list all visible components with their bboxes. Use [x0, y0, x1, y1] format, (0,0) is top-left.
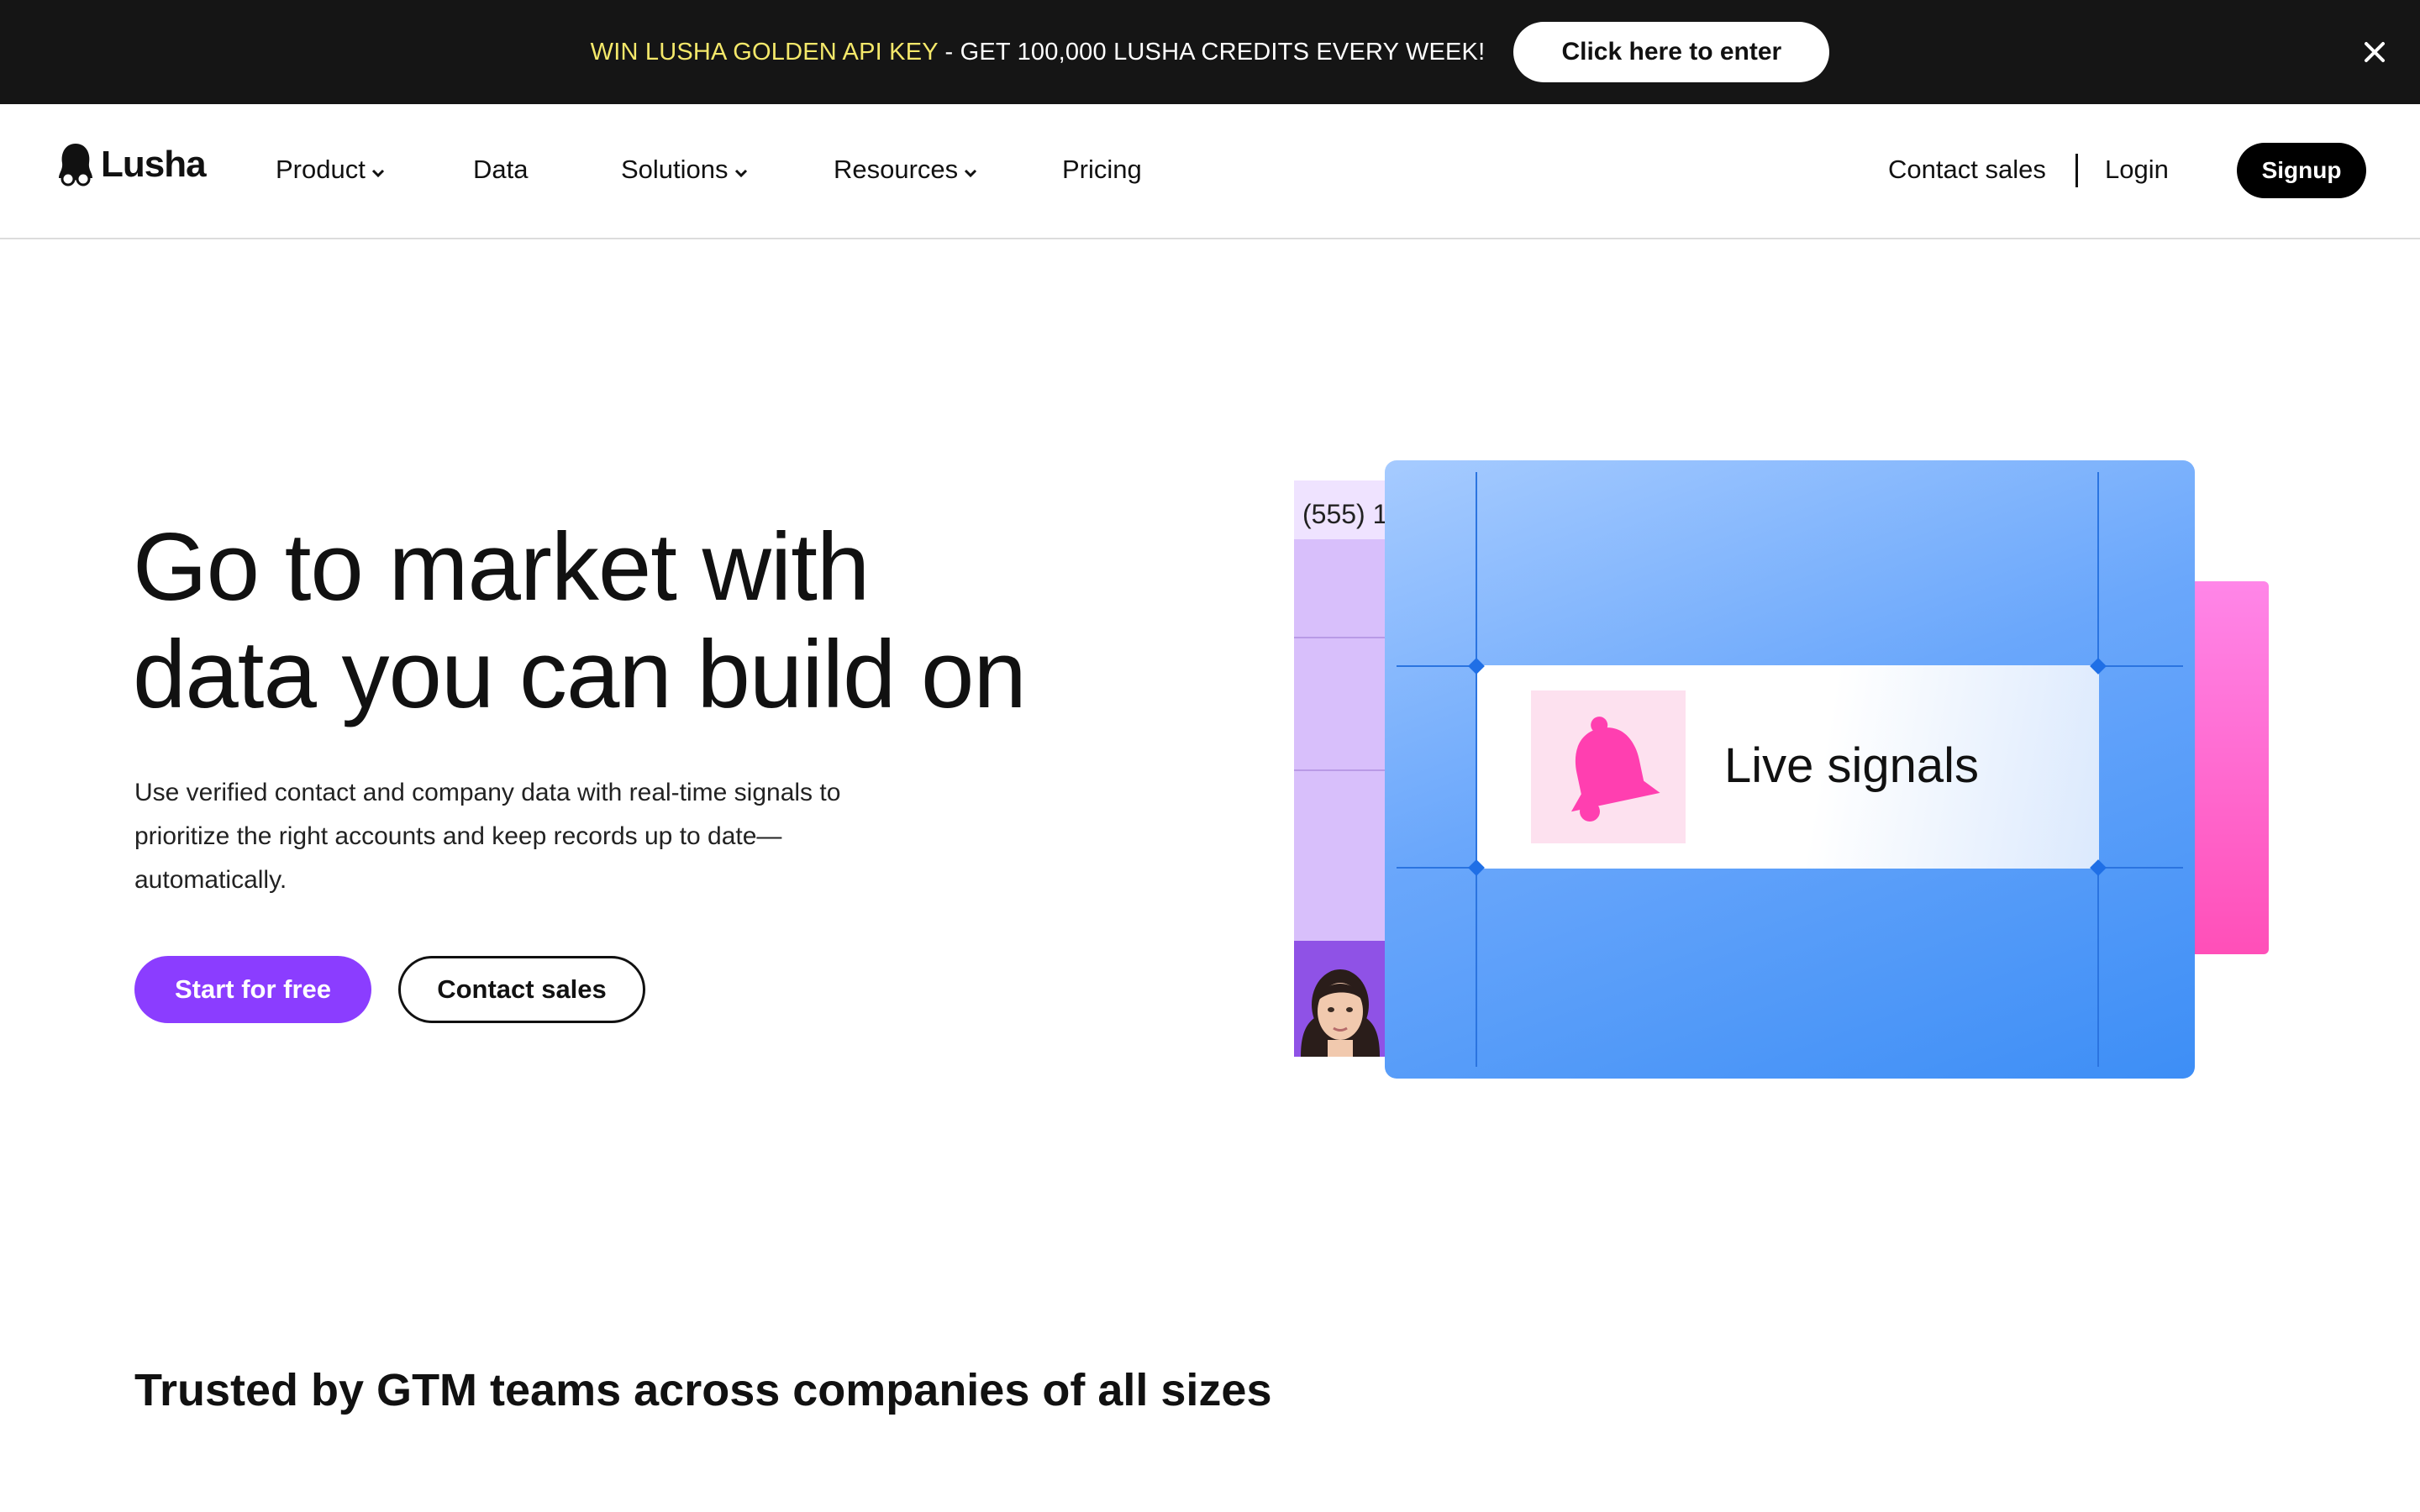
- login-link[interactable]: Login: [2105, 155, 2169, 185]
- chevron-down-icon: [371, 169, 384, 178]
- trusted-heading: Trusted by GTM teams across companies of…: [134, 1365, 1272, 1415]
- live-signals-label: Live signals: [1724, 738, 1980, 793]
- avatar: [1294, 953, 1386, 1057]
- nav-resources[interactable]: Resources: [834, 155, 978, 185]
- nav-pricing-label: Pricing: [1062, 155, 1142, 184]
- bell-icon: [1570, 717, 1660, 822]
- contact-sales-link[interactable]: Contact sales: [1888, 155, 2046, 185]
- nav-solutions[interactable]: Solutions: [621, 155, 749, 185]
- signup-button[interactable]: Signup: [2237, 143, 2366, 198]
- hero-illustration: (555) 1 Live signals: [1286, 454, 2277, 1092]
- promo-text: WIN LUSHA GOLDEN API KEY - GET 100,000 L…: [591, 39, 1486, 66]
- close-icon[interactable]: [2360, 37, 2390, 67]
- live-signals-card: Live signals: [1385, 460, 2195, 1079]
- hero-contact-sales-button[interactable]: Contact sales: [398, 956, 645, 1023]
- hero-title-line-1: Go to market with: [133, 514, 870, 621]
- phone-number-snippet: (555) 1: [1302, 499, 1388, 529]
- nav-data[interactable]: Data: [473, 155, 528, 185]
- nav-solutions-label: Solutions: [621, 155, 729, 184]
- start-for-free-button[interactable]: Start for free: [134, 956, 371, 1023]
- site-header: Lusha Product Data Solutions Resources P…: [0, 104, 2420, 239]
- nav-pricing[interactable]: Pricing: [1062, 155, 1142, 185]
- nav-data-label: Data: [473, 155, 529, 184]
- hero-subtitle: Use verified contact and company data wi…: [134, 771, 891, 902]
- hero-subtitle-line-1: Use verified contact and company data wi…: [134, 779, 841, 806]
- hero-title-line-2: data you can build on: [133, 622, 1027, 728]
- chevron-down-icon: [965, 169, 977, 178]
- promo-enter-button[interactable]: Click here to enter: [1513, 22, 1830, 82]
- promo-banner: WIN LUSHA GOLDEN API KEY - GET 100,000 L…: [0, 0, 2420, 104]
- logo[interactable]: Lusha: [55, 141, 207, 188]
- chevron-down-icon: [734, 169, 747, 178]
- nav-product[interactable]: Product: [276, 155, 386, 185]
- nav-divider: [2075, 154, 2078, 187]
- bell-tile: [1531, 690, 1686, 843]
- logo-text: Lusha: [101, 144, 207, 185]
- lusha-logo-icon: [59, 144, 92, 186]
- nav-product-label: Product: [276, 155, 366, 184]
- hero-title: Go to market with data you can build on: [133, 514, 1141, 729]
- hero-subtitle-line-3: automatically.: [134, 866, 287, 894]
- promo-body: - GET 100,000 LUSHA CREDITS EVERY WEEK!: [938, 38, 1486, 66]
- nav-resources-label: Resources: [834, 155, 959, 184]
- hero-subtitle-line-2: prioritize the right accounts and keep r…: [134, 822, 782, 850]
- promo-highlight: WIN LUSHA GOLDEN API KEY: [590, 38, 939, 66]
- signal-panel: Live signals: [1477, 665, 2099, 869]
